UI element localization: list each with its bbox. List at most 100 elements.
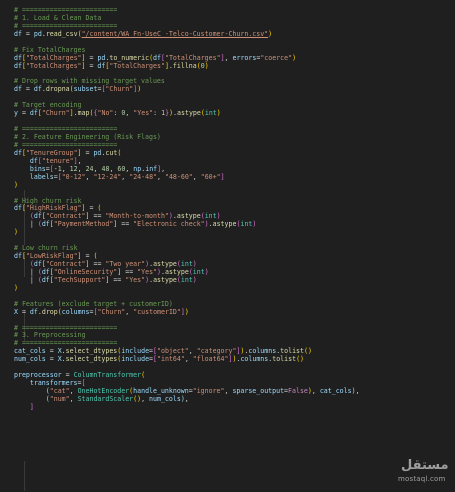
code-token: == — [109, 275, 126, 284]
indent-guide — [24, 461, 25, 491]
code-token: , — [77, 156, 82, 165]
code-token: df — [41, 275, 50, 284]
code-token: fillna — [172, 61, 197, 70]
code-line[interactable]: num_cols = X.select_dtypes(include=["int… — [14, 355, 455, 364]
code-token: 12 — [69, 164, 78, 173]
code-token: read_csv — [45, 29, 78, 38]
code-token: ) — [292, 53, 297, 62]
code-token: transformers — [29, 379, 78, 388]
code-token: [ — [81, 379, 86, 388]
code-token: , — [355, 387, 360, 395]
code-token: int — [204, 109, 217, 118]
code-token: == — [121, 267, 138, 276]
code-token: , — [184, 355, 193, 364]
code-token: = — [45, 355, 58, 364]
code-token: == — [117, 220, 134, 229]
code-token: "TechSupport" — [53, 275, 106, 284]
mostaql-watermark: مستقل mostaql.com — [395, 458, 453, 488]
code-token: , — [69, 394, 78, 403]
code-token: sparse_output — [232, 387, 285, 395]
code-token: = — [81, 148, 94, 157]
code-token: map — [77, 109, 90, 118]
code-token: int — [192, 267, 205, 276]
code-token: "Contract" — [45, 260, 86, 268]
code-token: "customerID" — [133, 307, 181, 316]
code-token: , — [69, 387, 78, 395]
code-token: ) — [192, 260, 197, 268]
code-token: == — [89, 212, 106, 221]
code-token: "Churn" — [41, 109, 70, 118]
code-token: # High churn risk — [14, 196, 82, 205]
code-line[interactable]: X = df.drop(columns=["Churn", "customerI… — [14, 307, 455, 317]
code-token: # Features (exclude target + customerID) — [14, 299, 173, 308]
code-token: include — [121, 355, 150, 364]
code-line[interactable]: ) — [14, 284, 455, 293]
code-token: "PaymentMethod" — [53, 220, 114, 229]
code-line[interactable]: | (df["PaymentMethod"] == "Electronic ch… — [14, 220, 455, 229]
code-line[interactable]: ) — [14, 228, 455, 237]
code-token: "tenure" — [41, 156, 74, 165]
code-token: ] — [220, 172, 225, 181]
code-line[interactable]: ("num", StandardScaler(), num_cols), — [14, 394, 455, 404]
code-token: "Churn" — [105, 85, 134, 94]
code-token: df — [14, 61, 22, 70]
code-line[interactable] — [14, 237, 455, 245]
code-line[interactable]: df = df.dropna(subset=["Churn"]) — [14, 85, 455, 94]
code-token: astype — [164, 267, 189, 276]
code-token: "12-24" — [93, 172, 122, 181]
code-content[interactable]: # ======================== # 1. Load & Cl… — [14, 6, 455, 412]
code-token: | — [14, 267, 38, 276]
code-line[interactable]: ] — [14, 403, 455, 412]
code-token: errors — [232, 53, 257, 62]
code-token: "/content/WA_Fn-UseC_-Telco-Customer-Chu… — [81, 29, 269, 38]
code-token: df — [29, 307, 38, 316]
code-token: df — [153, 53, 161, 62]
code-token: df — [41, 267, 50, 276]
code-line[interactable]: labels=["0-12", "12-24", "24-48", "48-60… — [14, 172, 455, 182]
code-token: pd — [33, 29, 42, 38]
code-token: | — [14, 275, 38, 284]
code-token: num_cols — [14, 355, 46, 364]
code-line[interactable]: y = df["Churn"].map({"No": 0, "Yes": 1})… — [14, 109, 455, 118]
code-line[interactable]: | (df["TechSupport"] == "Yes").astype(in… — [14, 275, 455, 285]
code-token: "Month-to-month" — [105, 212, 169, 221]
code-token: , — [77, 164, 86, 173]
code-token: tolist — [272, 355, 297, 364]
code-token: # ======================== — [14, 339, 118, 348]
code-token: inf — [145, 164, 158, 173]
code-token: "num" — [49, 394, 70, 403]
code-token: () — [304, 347, 312, 356]
code-token: "category" — [196, 347, 237, 356]
code-token: = — [17, 109, 30, 118]
code-token: ( — [97, 204, 102, 213]
code-editor[interactable]: # ======================== # 1. Load & Cl… — [0, 0, 455, 492]
code-token: ( — [141, 371, 146, 380]
code-token: df — [14, 204, 22, 213]
code-token: "Two year" — [105, 260, 146, 268]
code-line[interactable]: ) — [14, 181, 455, 190]
code-line[interactable]: df = pd.read_csv("/content/WA_Fn-UseC_-T… — [14, 29, 455, 39]
code-token: # 1. Load & Clean Data — [14, 13, 102, 22]
code-token: "ignore" — [192, 387, 225, 395]
code-token: int — [180, 275, 193, 284]
code-token: "HighRiskFlag" — [25, 204, 82, 213]
code-line[interactable]: df["TotalCharges"] = df["TotalCharges"].… — [14, 61, 455, 71]
code-token: astype — [153, 275, 177, 284]
code-token: df — [33, 85, 42, 94]
code-token: # ======================== — [14, 323, 118, 332]
code-token: df — [14, 252, 22, 261]
code-token: columns — [61, 307, 90, 316]
code-token: "TenureGroup" — [25, 148, 78, 157]
code-token: ) — [184, 307, 189, 316]
code-token: dropna — [45, 85, 70, 94]
code-token: # ======================== — [14, 125, 118, 134]
code-token: # 2. Feature Engineering (Risk Flags) — [14, 133, 161, 141]
code-token: ) — [216, 109, 221, 118]
code-token: "object" — [157, 347, 189, 356]
code-token: , — [161, 164, 166, 173]
